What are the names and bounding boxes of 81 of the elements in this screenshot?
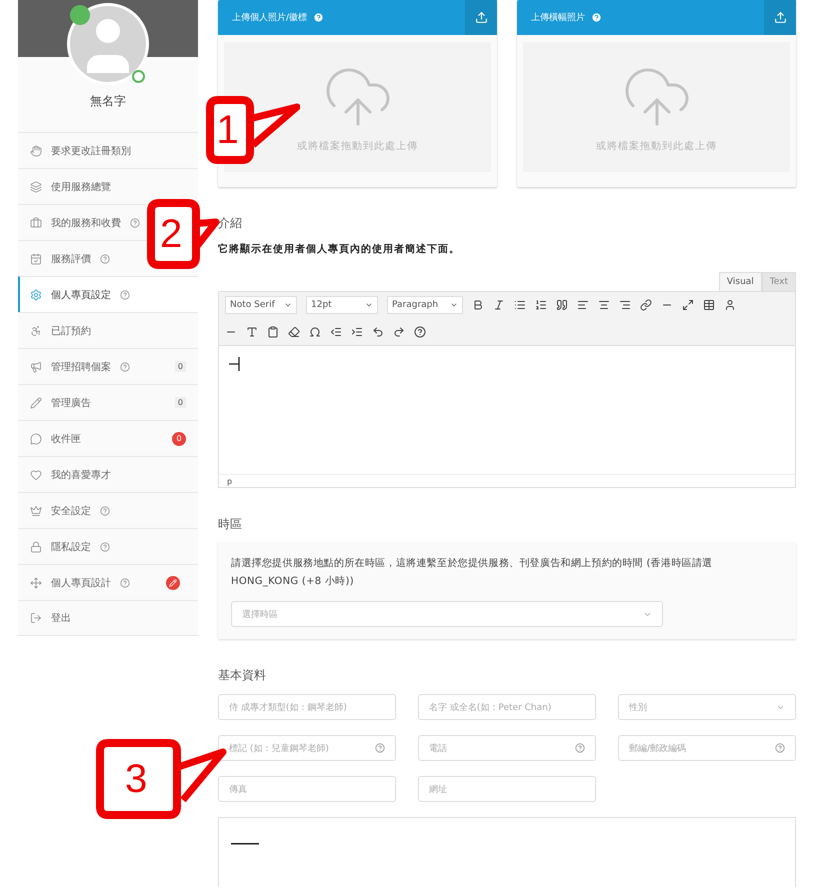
outdent-icon[interactable] (330, 326, 342, 338)
help-icon[interactable] (414, 326, 426, 338)
numbered-list-icon[interactable] (535, 299, 547, 311)
section-description: 它將顯示在使用者個人專頁內的使用者簡述下面。 (218, 242, 461, 256)
upload-icon (474, 11, 488, 24)
pencil-icon (30, 396, 42, 408)
info-icon (313, 12, 324, 23)
caret-icon (284, 301, 292, 309)
sidebar-label: 個人專頁設定 (51, 288, 111, 302)
sidebar-label: 管理廣告 (51, 396, 91, 410)
heart-icon (30, 468, 42, 480)
section-title: 時區 (218, 516, 243, 533)
sidebar-label: 個人專頁設計 (51, 576, 111, 590)
editor-path: p (219, 474, 795, 487)
lock-icon (30, 540, 42, 552)
chat-icon (30, 432, 42, 444)
count-badge: 0 (174, 397, 186, 408)
edit-badge (166, 576, 180, 590)
sidebar-label: 安全設定 (51, 504, 91, 518)
logout-icon (30, 612, 42, 624)
upload-title: 上傳個人照片/徽標 (232, 12, 308, 24)
sidebar-item[interactable]: 登出 (18, 600, 198, 636)
sidebar-label: 收件匣 (51, 432, 81, 446)
layers-icon (30, 180, 42, 192)
move-icon (30, 576, 42, 588)
notification-badge: 0 (172, 432, 186, 446)
italic-icon[interactable] (493, 299, 505, 311)
text-line (231, 843, 259, 845)
fullscreen-icon[interactable] (682, 299, 694, 311)
drop-hint: 或將檔案拖動到此處上傳 (596, 140, 717, 153)
section-title: 介紹 (218, 215, 243, 232)
sidebar-item[interactable]: 個人專頁設定 (18, 276, 198, 312)
calendar-icon (30, 252, 42, 264)
paste-icon[interactable] (267, 326, 279, 338)
caret-icon (450, 301, 458, 309)
sidebar-label: 我的服務和收費 (51, 216, 121, 230)
callout-tooltip: 3 (95, 738, 227, 820)
settings-icon (30, 288, 42, 300)
upload-icon (774, 11, 786, 24)
quote-icon[interactable] (556, 299, 568, 311)
format-dropdown[interactable]: 12pt (306, 296, 378, 314)
editor-tab[interactable]: Visual (718, 272, 762, 291)
editor-tab[interactable]: Text (762, 272, 796, 291)
crown-icon (30, 504, 42, 516)
bold-icon[interactable] (472, 299, 484, 311)
hand-icon (30, 144, 42, 156)
caret-icon (365, 301, 373, 309)
omega-icon[interactable] (309, 326, 321, 338)
align-left-icon[interactable] (577, 299, 589, 311)
align-right-icon[interactable] (619, 299, 631, 311)
section-title: 基本資料 (218, 667, 267, 684)
align-center-icon[interactable] (598, 299, 610, 311)
eraser-icon[interactable] (288, 326, 300, 338)
indent-icon[interactable] (351, 326, 363, 338)
wheelchair-icon (30, 324, 42, 336)
megaphone-icon (30, 360, 42, 372)
upload-title: 上傳橫幅照片 (531, 12, 585, 24)
profile-name: 無名字 (89, 93, 127, 110)
undo-icon[interactable] (372, 326, 384, 338)
redo-icon[interactable] (393, 326, 405, 338)
sidebar-label: 我的喜愛專才 (51, 468, 111, 482)
info-icon (591, 12, 602, 23)
sidebar-label: 隱私設定 (51, 540, 91, 554)
upload-button[interactable] (764, 0, 796, 35)
person-icon[interactable] (724, 299, 736, 311)
sidebar-label: 登出 (51, 612, 71, 625)
callout-tooltip: 1 (205, 95, 300, 165)
count-badge: 0 (174, 361, 186, 372)
sidebar-label: 已訂預約 (51, 324, 91, 338)
sidebar-label: 使用服務總覽 (51, 180, 111, 194)
format-dropdown[interactable]: Noto Serif (225, 296, 297, 314)
cursor-icon (229, 357, 241, 371)
sidebar-label: 管理招聘個案 (51, 360, 111, 374)
sidebar-label: 要求更改註冊類別 (51, 144, 131, 158)
timezone-description: 請選擇您提供服務地點的所在時區，這將連繫至於您提供服務、刊登廣告和網上預約的時間 (香港時區請選 HONG_KONG (+8 小時)) (231, 556, 714, 589)
briefcase-icon (30, 216, 42, 228)
drop-hint: 或將檔案拖動到此處上傳 (297, 140, 418, 153)
format-dropdown[interactable]: Paragraph (387, 296, 463, 314)
link-icon[interactable] (640, 299, 652, 311)
upload-button[interactable] (465, 0, 497, 35)
sidebar-label: 服務評價 (51, 252, 91, 266)
